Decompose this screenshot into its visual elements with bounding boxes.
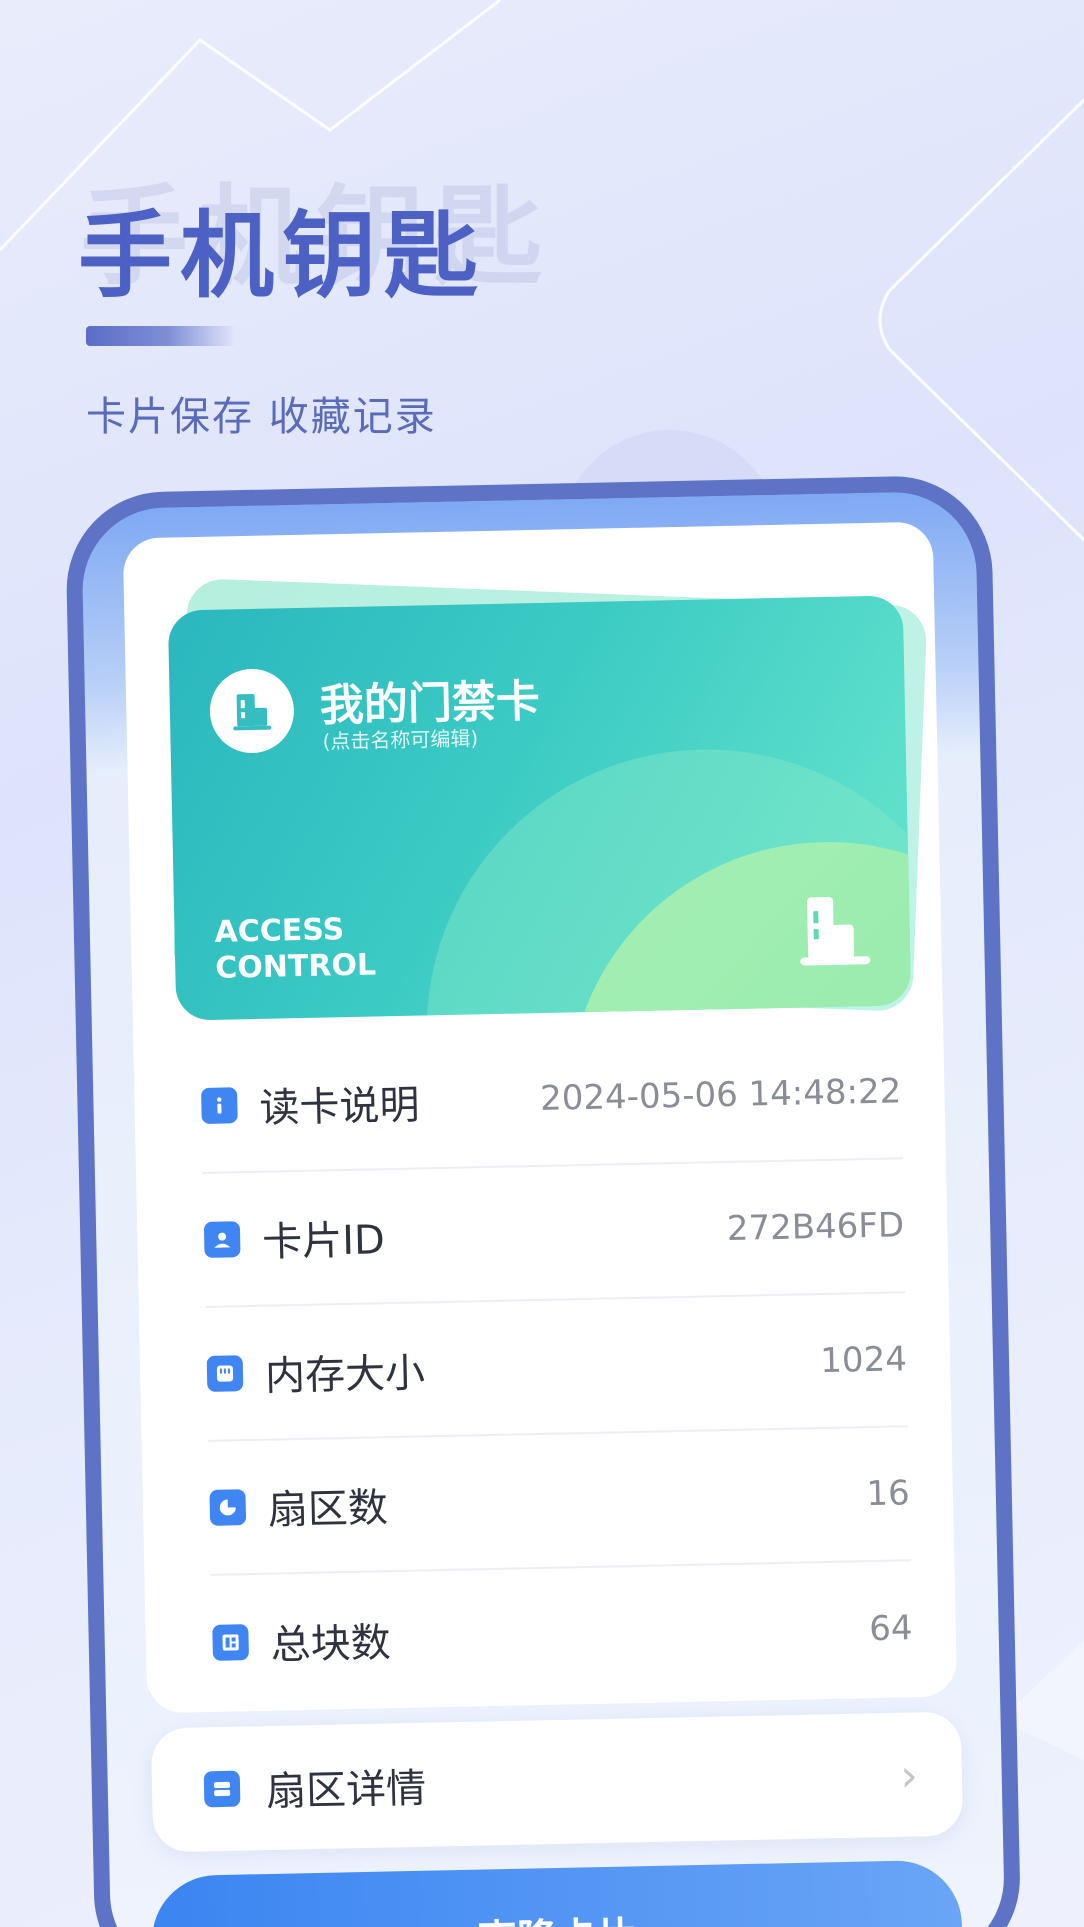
clone-card-label: 克隆卡片 <box>476 1904 638 1927</box>
info-row-total-blocks[interactable]: 总块数 64 <box>211 1561 914 1710</box>
info-row-read-instructions[interactable]: 读卡说明 2024-05-06 14:48:22 <box>200 1025 903 1174</box>
sector-details-label: 扇区详情 <box>265 1765 427 1816</box>
page-subtitle: 卡片保存 收藏记录 <box>86 394 437 440</box>
info-value: 272B46FD <box>726 1205 905 1250</box>
info-value: 1024 <box>819 1339 908 1382</box>
building-icon <box>793 890 875 976</box>
info-row-memory-size[interactable]: 内存大小 1024 <box>205 1293 909 1442</box>
list-icon <box>203 1770 241 1808</box>
info-value: 16 <box>865 1473 911 1515</box>
memory-icon <box>206 1355 244 1392</box>
card-type-line2: CONTROL <box>214 947 377 986</box>
card-info-list: 读卡说明 2024-05-06 14:48:22 卡片ID 272B46FD 内… <box>200 1025 914 1710</box>
info-row-card-id[interactable]: 卡片ID 272B46FD <box>202 1159 906 1308</box>
user-card-icon <box>203 1221 241 1258</box>
card-type-label: ACCESS CONTROL <box>214 911 415 987</box>
info-label: 读卡说明 <box>258 1082 420 1132</box>
chevron-right-icon: › <box>899 1750 919 1802</box>
access-card[interactable]: 我的门禁卡 (点击名称可编辑) ACCESS CONTROL <box>167 595 912 1021</box>
card-name-hint: (点击名称可编辑) <box>322 726 479 754</box>
info-value: 2024-05-06 14:48:22 <box>539 1071 902 1119</box>
info-label: 扇区数 <box>267 1485 389 1534</box>
pie-icon <box>209 1489 247 1526</box>
title-accent-bar <box>86 326 236 346</box>
info-value: 64 <box>868 1608 913 1650</box>
info-label: 总块数 <box>270 1620 392 1669</box>
info-label: 内存大小 <box>264 1350 426 1400</box>
page-title: 手机钥匙 <box>78 202 487 311</box>
sector-details-button[interactable]: 扇区详情 › <box>150 1711 964 1853</box>
building-icon <box>209 668 295 754</box>
info-row-sector-count[interactable]: 扇区数 16 <box>208 1427 912 1576</box>
info-icon <box>201 1087 238 1124</box>
block-icon <box>212 1624 249 1661</box>
card-type-line1: ACCESS <box>214 912 345 950</box>
info-label: 卡片ID <box>261 1217 386 1266</box>
